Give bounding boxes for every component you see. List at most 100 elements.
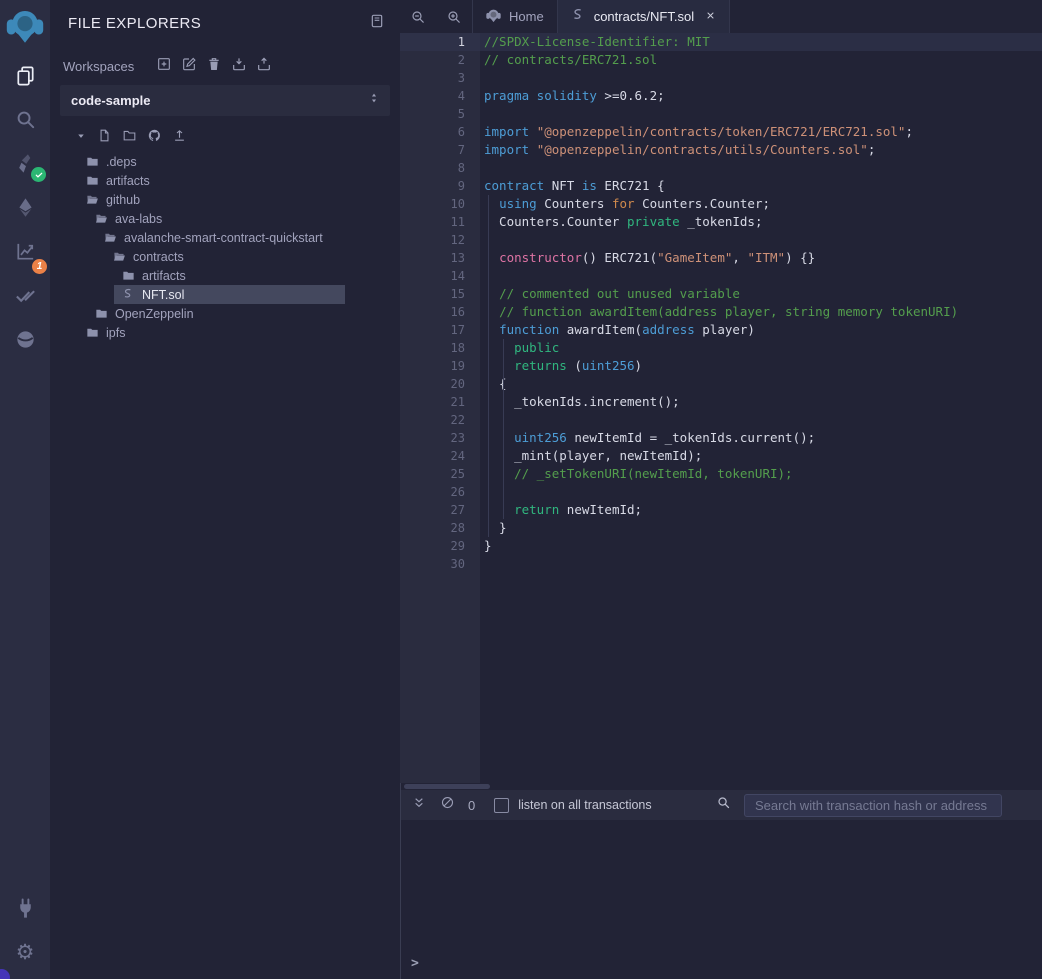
line-number[interactable]: 3 bbox=[400, 69, 480, 87]
tree-item-artifacts[interactable]: artifacts bbox=[50, 171, 400, 190]
github-sync-icon[interactable] bbox=[147, 128, 162, 148]
plugin-manager-icon[interactable] bbox=[0, 886, 50, 930]
tab-contracts-nft-sol[interactable]: contracts/NFT.sol bbox=[557, 0, 730, 33]
line-number[interactable]: 14 bbox=[400, 267, 480, 285]
settings-icon[interactable]: ⚙ bbox=[0, 930, 50, 974]
transaction-search-input[interactable] bbox=[744, 794, 1002, 817]
new-file-icon[interactable] bbox=[97, 128, 112, 148]
download-workspaces-icon[interactable] bbox=[231, 56, 247, 77]
code-line[interactable] bbox=[480, 105, 1042, 123]
create-workspace-icon[interactable] bbox=[156, 56, 172, 77]
terminal-prompt[interactable]: > bbox=[411, 956, 419, 971]
line-number[interactable]: 27 bbox=[400, 501, 480, 519]
book-icon[interactable] bbox=[369, 13, 385, 34]
line-number[interactable]: 10 bbox=[400, 195, 480, 213]
plugin-circle-icon[interactable] bbox=[0, 317, 50, 361]
tree-item-openzeppelin[interactable]: OpenZeppelin bbox=[50, 304, 400, 323]
line-number[interactable]: 4 bbox=[400, 87, 480, 105]
tree-item-ipfs[interactable]: ipfs bbox=[50, 323, 400, 342]
code-line[interactable] bbox=[480, 411, 1042, 429]
terminal-output[interactable]: > bbox=[401, 820, 1042, 979]
line-number[interactable]: 17 bbox=[400, 321, 480, 339]
code-line[interactable] bbox=[480, 483, 1042, 501]
scrollbar-thumb[interactable] bbox=[404, 784, 490, 789]
listen-checkbox[interactable] bbox=[494, 798, 509, 813]
code-line[interactable]: // commented out unused variable bbox=[480, 285, 1042, 303]
code-line[interactable]: pragma solidity >=0.6.2; bbox=[480, 87, 1042, 105]
line-number[interactable]: 20 bbox=[400, 375, 480, 393]
upload-file-icon[interactable] bbox=[172, 128, 187, 148]
analytics-icon[interactable]: 1 bbox=[0, 229, 50, 273]
tab-home[interactable]: Home bbox=[472, 0, 557, 33]
zoom-in-button[interactable] bbox=[436, 0, 472, 33]
code-line[interactable]: return newItemId; bbox=[480, 501, 1042, 519]
close-icon[interactable] bbox=[705, 9, 716, 24]
line-number[interactable]: 1 bbox=[400, 33, 480, 51]
code-line[interactable]: // contracts/ERC721.sol bbox=[480, 51, 1042, 69]
line-number[interactable]: 7 bbox=[400, 141, 480, 159]
new-folder-icon[interactable] bbox=[122, 128, 137, 148]
line-number[interactable]: 12 bbox=[400, 231, 480, 249]
code-line[interactable]: //SPDX-License-Identifier: MIT bbox=[480, 33, 1042, 51]
line-number[interactable]: 5 bbox=[400, 105, 480, 123]
tree-item-nft.sol[interactable]: NFT.sol bbox=[50, 285, 400, 304]
search-icon[interactable] bbox=[0, 97, 50, 141]
code-line[interactable]: constructor() ERC721("GameItem", "ITM") … bbox=[480, 249, 1042, 267]
line-number[interactable]: 21 bbox=[400, 393, 480, 411]
code-line[interactable] bbox=[480, 69, 1042, 87]
line-number[interactable]: 8 bbox=[400, 159, 480, 177]
tree-item-.deps[interactable]: .deps bbox=[50, 152, 400, 171]
line-number[interactable]: 6 bbox=[400, 123, 480, 141]
tree-item-avalanche-smart-contract-quickstart[interactable]: avalanche-smart-contract-quickstart bbox=[50, 228, 400, 247]
code-line[interactable]: { bbox=[480, 375, 1042, 393]
code-line[interactable]: import "@openzeppelin/contracts/utils/Co… bbox=[480, 141, 1042, 159]
code-line[interactable]: public bbox=[480, 339, 1042, 357]
code-line[interactable]: _tokenIds.increment(); bbox=[480, 393, 1042, 411]
code-line[interactable]: _mint(player, newItemId); bbox=[480, 447, 1042, 465]
line-number[interactable]: 25 bbox=[400, 465, 480, 483]
collapse-terminal-icon[interactable] bbox=[411, 795, 427, 816]
deploy-and-run-icon[interactable] bbox=[0, 185, 50, 229]
workspace-select[interactable]: code-sample bbox=[60, 85, 390, 116]
line-number[interactable]: 13 bbox=[400, 249, 480, 267]
line-number[interactable]: 16 bbox=[400, 303, 480, 321]
code-line[interactable] bbox=[480, 159, 1042, 177]
solidity-unit-testing-icon[interactable] bbox=[0, 273, 50, 317]
tree-item-ava-labs[interactable]: ava-labs bbox=[50, 209, 400, 228]
line-number[interactable]: 15 bbox=[400, 285, 480, 303]
code-line[interactable]: import "@openzeppelin/contracts/token/ER… bbox=[480, 123, 1042, 141]
code-editor[interactable]: 1234567891011121314151617181920212223242… bbox=[400, 33, 1042, 783]
code-line[interactable]: returns (uint256) bbox=[480, 357, 1042, 375]
line-number[interactable]: 2 bbox=[400, 51, 480, 69]
code-line[interactable]: contract NFT is ERC721 { bbox=[480, 177, 1042, 195]
code-line[interactable]: using Counters for Counters.Counter; bbox=[480, 195, 1042, 213]
tree-item-artifacts[interactable]: artifacts bbox=[50, 266, 400, 285]
code-line[interactable] bbox=[480, 231, 1042, 249]
code-line[interactable]: // _setTokenURI(newItemId, tokenURI); bbox=[480, 465, 1042, 483]
solidity-compiler-icon[interactable] bbox=[0, 141, 50, 185]
remix-logo-icon[interactable] bbox=[6, 7, 44, 45]
line-number[interactable]: 26 bbox=[400, 483, 480, 501]
zoom-out-button[interactable] bbox=[400, 0, 436, 33]
line-number[interactable]: 19 bbox=[400, 357, 480, 375]
line-number[interactable]: 28 bbox=[400, 519, 480, 537]
code-line[interactable]: Counters.Counter private _tokenIds; bbox=[480, 213, 1042, 231]
code-line[interactable]: } bbox=[480, 537, 1042, 555]
code-line[interactable]: uint256 newItemId = _tokenIds.current(); bbox=[480, 429, 1042, 447]
clear-console-icon[interactable] bbox=[440, 795, 455, 815]
line-number[interactable]: 30 bbox=[400, 555, 480, 573]
code-line[interactable] bbox=[480, 555, 1042, 573]
tree-item-contracts[interactable]: contracts bbox=[50, 247, 400, 266]
code-line[interactable]: } bbox=[480, 519, 1042, 537]
line-number[interactable]: 11 bbox=[400, 213, 480, 231]
line-number[interactable]: 9 bbox=[400, 177, 480, 195]
line-number[interactable]: 18 bbox=[400, 339, 480, 357]
delete-workspace-icon[interactable] bbox=[206, 56, 222, 77]
tree-item-github[interactable]: github bbox=[50, 190, 400, 209]
collapse-caret-icon[interactable] bbox=[75, 129, 87, 147]
rename-workspace-icon[interactable] bbox=[181, 56, 197, 77]
code-line[interactable] bbox=[480, 267, 1042, 285]
line-number[interactable]: 23 bbox=[400, 429, 480, 447]
line-number[interactable]: 24 bbox=[400, 447, 480, 465]
line-number[interactable]: 22 bbox=[400, 411, 480, 429]
